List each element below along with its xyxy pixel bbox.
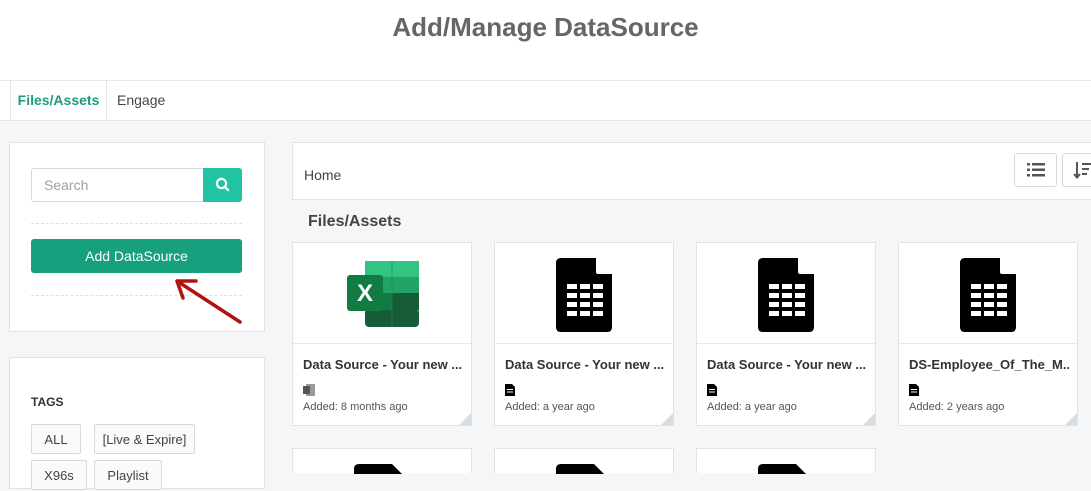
spreadsheet-file-icon [556,258,612,332]
file-card[interactable] [494,448,674,474]
file-small-icon [707,384,717,396]
list-icon [1027,163,1045,177]
file-card[interactable]: DS-Employee_Of_The_M... Added: 2 years a… [898,242,1078,426]
tab-engage[interactable]: Engage [117,81,165,120]
tag-chip[interactable]: X96s [31,460,87,490]
page-title: Add/Manage DataSource [392,12,699,42]
card-title: Data Source - Your new ... [707,357,867,372]
sort-icon [1073,162,1091,180]
card-corner [661,413,673,425]
tags-panel: TAGS ALL [Live & Expire] X96s Playlist [9,357,265,490]
search-icon [215,177,230,192]
file-card[interactable] [292,448,472,474]
svg-text:X: X [357,280,373,307]
card-thumbnail [899,243,1077,344]
file-card[interactable]: X Data Source - Your new ... Added: 8 mo… [292,242,472,426]
card-corner [459,413,471,425]
card-added-date: Added: 8 months ago [303,401,408,413]
card-title: DS-Employee_Of_The_M... [909,357,1069,372]
excel-icon: X [347,261,419,327]
card-corner [863,413,875,425]
breadcrumb-bar: Home [292,142,1091,200]
breadcrumb-home[interactable]: Home [304,167,341,183]
excel-small-icon [303,384,315,396]
card-corner [1065,413,1077,425]
card-title: Data Source - Your new ... [303,357,463,372]
card-title: Data Source - Your new ... [505,357,665,372]
section-title: Files/Assets [308,213,402,230]
sort-button[interactable] [1062,153,1091,187]
list-view-button[interactable] [1014,153,1057,187]
file-small-icon [909,384,919,396]
tab-bar: Files/Assets Engage [0,81,1091,121]
tag-chip[interactable]: [Live & Expire] [94,424,195,454]
search-button[interactable] [203,168,242,202]
file-card[interactable]: Data Source - Your new ... Added: a year… [494,242,674,426]
card-thumbnail: X [293,243,471,344]
card-added-date: Added: 2 years ago [909,401,1005,413]
page-header: Add/Manage DataSource [0,0,1091,81]
card-thumbnail [697,243,875,344]
card-added-date: Added: a year ago [505,401,595,413]
card-thumbnail [495,243,673,344]
tag-chip[interactable]: ALL [31,424,81,454]
tab-files-assets[interactable]: Files/Assets [10,81,107,120]
add-datasource-button[interactable]: Add DataSource [31,239,242,273]
search-input[interactable] [31,168,203,202]
file-card[interactable] [696,448,876,474]
spreadsheet-file-icon [960,258,1016,332]
divider [31,223,242,224]
card-added-date: Added: a year ago [707,401,797,413]
spreadsheet-file-icon [758,258,814,332]
tag-chip[interactable]: Playlist [94,460,162,490]
file-card[interactable]: Data Source - Your new ... Added: a year… [696,242,876,426]
annotation-arrow-icon [175,279,242,324]
file-small-icon [505,384,515,396]
tags-title: TAGS [31,395,64,409]
